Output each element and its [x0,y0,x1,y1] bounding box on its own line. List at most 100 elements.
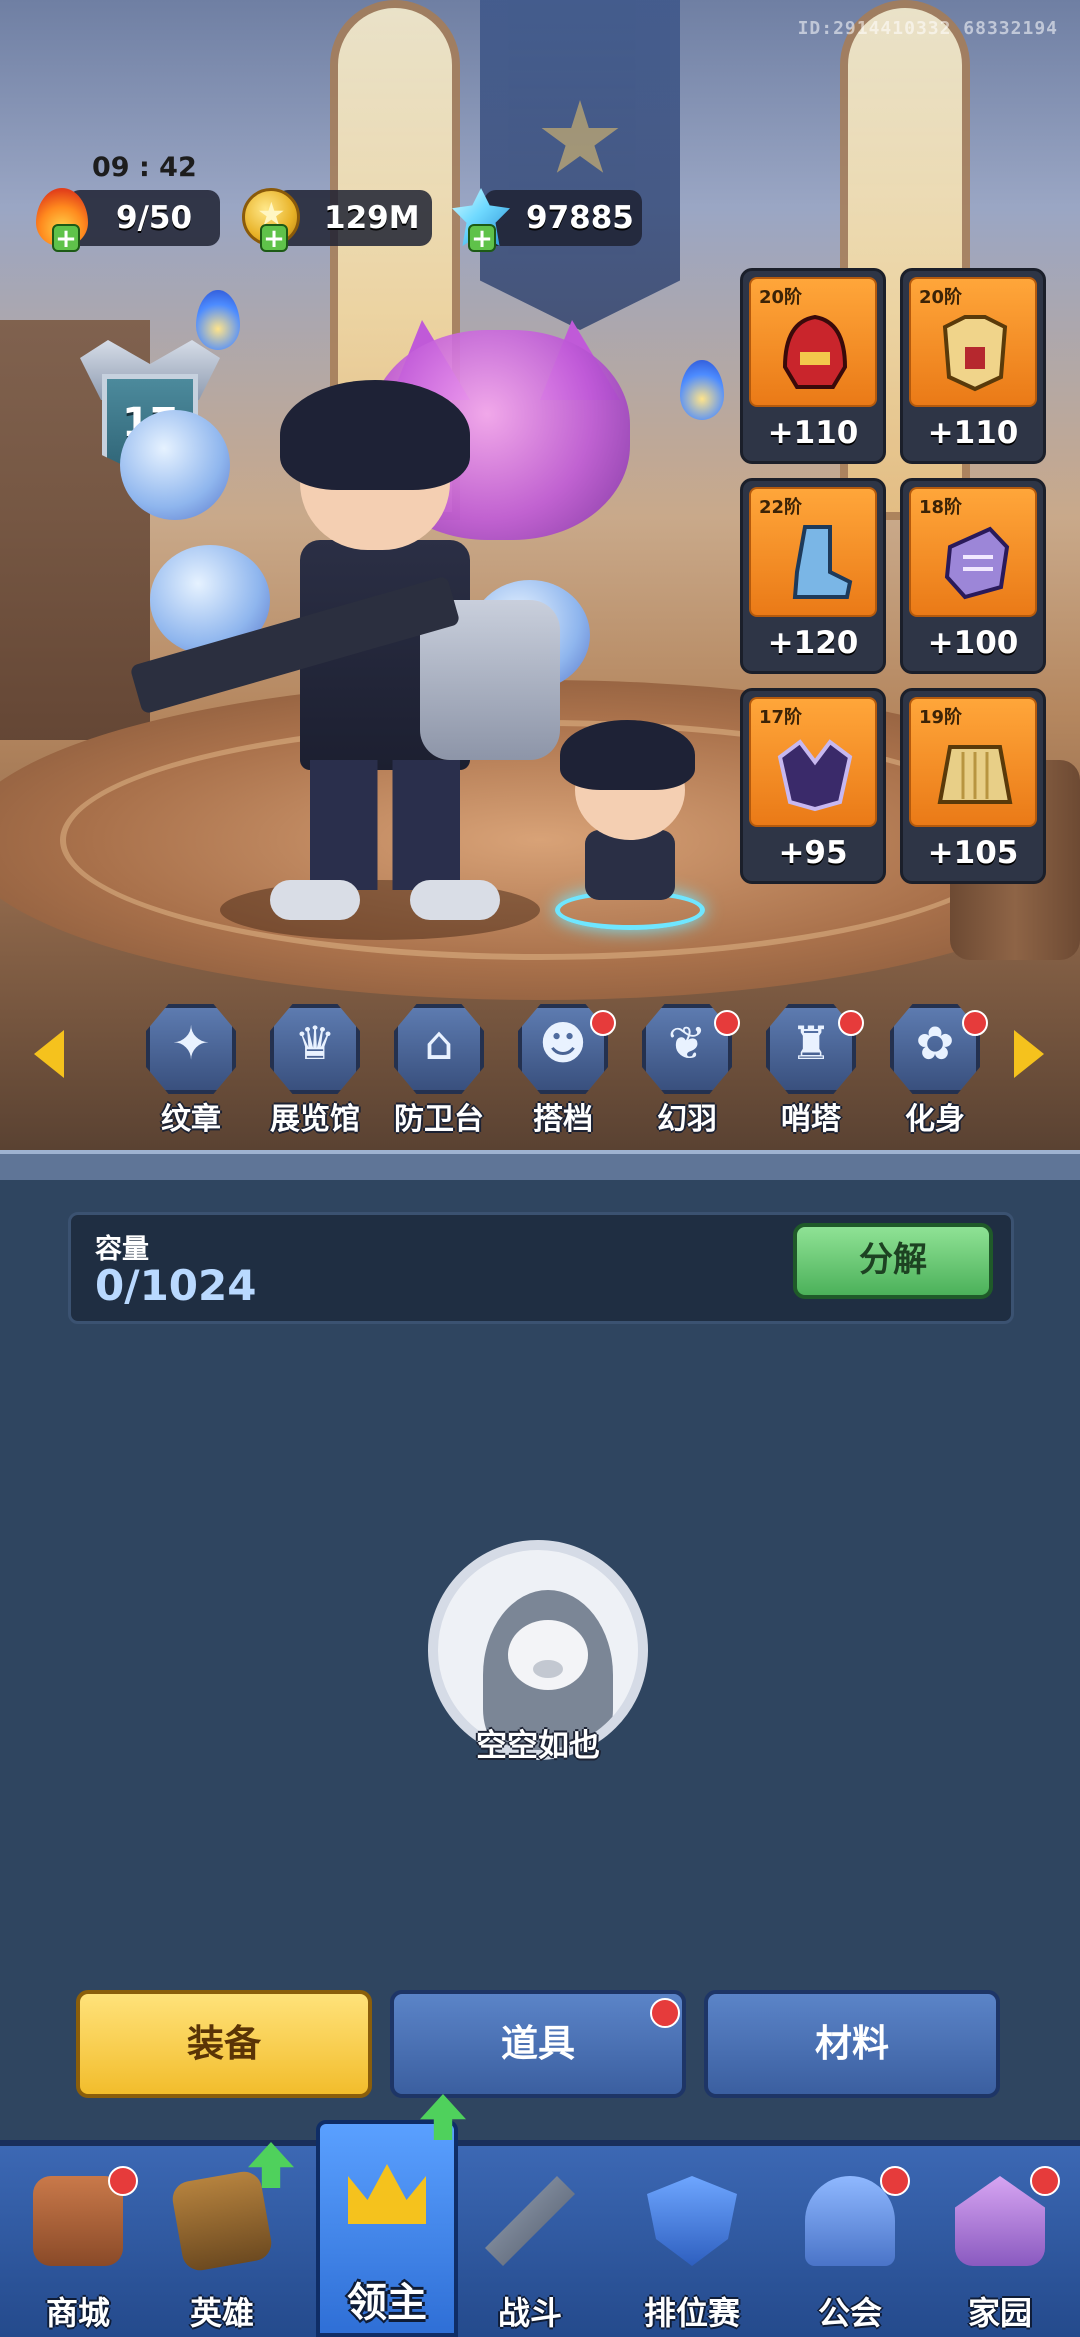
nav-battle[interactable]: 战斗 [460,2160,600,2337]
notification-dot [108,2166,138,2196]
castle-icon [955,2176,1045,2266]
nav-guild[interactable]: 公会 [780,2160,920,2337]
gear-value: +110 [927,415,1019,451]
flame-icon: + [30,184,96,252]
gallery-glyph-icon: ♛ [294,1016,336,1070]
hero-card-icon [169,2168,275,2274]
armor-icon [942,315,1008,392]
nav-home[interactable]: 家园 [930,2160,1070,2337]
decompose-button[interactable]: 分解 [793,1223,993,1299]
gear-slot-helmet[interactable]: 20阶 +110 [740,268,886,464]
gear-value: +100 [927,625,1019,661]
boots-icon [792,525,853,599]
empty-state: 空空如也 [428,1540,648,1770]
crown-icon [348,2164,426,2224]
gear-value: +95 [778,835,848,871]
chibi-hair [560,720,695,790]
scroll-right-arrow-icon[interactable] [1014,1030,1044,1078]
gear-value: +105 [927,835,1019,871]
nav-label: 领主 [347,2280,427,2326]
feature-label: 装 [80,1094,110,1138]
feature-label: 化身 [905,1102,965,1137]
chibi-body [585,830,675,900]
lord-scene: ID:2914410332 68332194 09 : 42 + 9/50 + … [0,0,1080,1150]
gear-tier: 20阶 [759,287,803,308]
shoulder-icon [777,739,853,812]
feature-watchtower[interactable]: ♜ 哨塔 [744,1000,864,1140]
game-screen: ID:2914410332 68332194 09 : 42 + 9/50 + … [0,0,1080,2337]
feature-scroller[interactable]: 装 ✦ 纹章 ♛ 展览馆 ⌂ 防卫台 ☻ 搭档 ❦ 幻羽 [0,1000,1080,1150]
nav-label: 战斗 [497,2294,562,2332]
ranked-shield-icon [647,2176,737,2266]
gem-value: 97885 [526,200,634,236]
feature-avatar[interactable]: ✿ 化身 [868,1000,988,1140]
nav-lord[interactable]: 领主 [316,2094,466,2337]
capacity-bar: 容量 0/1024 分解 [68,1212,1014,1324]
gear-value: +110 [767,415,859,451]
stamina-pill[interactable]: + 9/50 [36,188,220,252]
guild-fountain-icon [805,2176,895,2266]
nav-shop[interactable]: 商城 [8,2160,148,2337]
banner-decor [480,0,680,330]
gauntlet-icon [944,526,1010,600]
notification-dot [590,1010,616,1036]
empty-state-text: 空空如也 [476,1728,600,1764]
feature-emblem[interactable]: ✦ 纹章 [124,1000,244,1140]
stamina-value: 9/50 [116,200,193,236]
feature-gallery[interactable]: ♛ 展览馆 [248,1000,368,1140]
gear-slot-boots[interactable]: 22阶 +120 [740,478,886,674]
helmet-icon [782,314,848,389]
tab-items[interactable]: 道具 [390,1990,686,2098]
notification-dot [880,2166,910,2196]
notification-dot [650,1998,680,2028]
gear-tier: 22阶 [759,497,803,518]
gear-slot-shoulder[interactable]: 17阶 +95 [740,688,886,884]
gear-tier: 17阶 [759,707,803,728]
gear-tier: 20阶 [919,287,963,308]
bottom-nav: 商城 英雄 战斗 排位赛 公会 家园 [0,2140,1080,2337]
spirit-flame-icon [196,290,240,350]
gear-tier: 18阶 [919,497,963,518]
feature-phantom-feather[interactable]: ❦ 幻羽 [620,1000,740,1140]
panel-divider [0,1150,1080,1180]
defense-glyph-icon: ⌂ [424,1016,454,1070]
nav-label: 英雄 [189,2294,254,2332]
tab-items-label: 道具 [501,2022,575,2065]
nav-label: 排位赛 [643,2294,740,2332]
feature-label: 防卫台 [394,1102,484,1137]
feature-defense[interactable]: ⌂ 防卫台 [372,1000,492,1140]
hero-shoe [410,880,500,920]
feature-partial[interactable]: 装 [80,1000,110,1140]
gold-pill[interactable]: + 129M [242,188,432,252]
feature-label: 纹章 [161,1102,221,1137]
feature-partner[interactable]: ☻ 搭档 [496,1000,616,1140]
inventory-panel: 容量 0/1024 分解 空空如也 装备 道具 材料 [0,1150,1080,2140]
gear-tier: 19阶 [919,707,963,728]
nav-ranked[interactable]: 排位赛 [622,2160,762,2337]
crossed-swords-icon [485,2176,575,2266]
coin-icon: + [238,184,304,252]
gem-pill[interactable]: + 97885 [452,188,642,252]
spirit-flame-icon [680,360,724,420]
gear-slot-gauntlet[interactable]: 18阶 +100 [900,478,1046,674]
feature-label: 搭档 [533,1102,593,1137]
emblem-glyph-icon: ✦ [171,1016,211,1070]
capacity-value: 0/1024 [95,1261,257,1310]
nav-label: 家园 [967,2294,1032,2332]
hero-shoe [270,880,360,920]
gear-slot-armor[interactable]: 20阶 +110 [900,268,1046,464]
gem-icon: + [446,184,512,252]
nav-heroes[interactable]: 英雄 [152,2142,294,2337]
scroll-left-arrow-icon[interactable] [34,1030,64,1078]
gear-slot-skirt[interactable]: 19阶 +105 [900,688,1046,884]
gold-value: 129M [324,200,420,236]
notification-dot [714,1010,740,1036]
tab-equipment[interactable]: 装备 [76,1990,372,2098]
nav-label: 公会 [817,2294,882,2332]
feature-label: 展览馆 [270,1102,360,1137]
tab-materials[interactable]: 材料 [704,1990,1000,2098]
gear-value: +120 [767,625,859,661]
shop-chest-icon [33,2176,123,2266]
nav-label: 商城 [45,2294,110,2332]
feature-label: 幻羽 [657,1102,717,1137]
